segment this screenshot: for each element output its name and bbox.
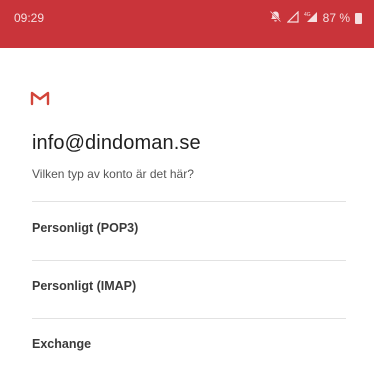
signal-icon — [286, 10, 299, 26]
mute-icon — [269, 10, 282, 26]
status-icons: 4G 87 % — [269, 10, 362, 26]
status-bar: 09:29 4G 87 % — [0, 0, 374, 48]
gmail-icon — [30, 90, 50, 106]
option-imap[interactable]: Personligt (IMAP) — [32, 266, 346, 306]
svg-text:4G: 4G — [304, 12, 311, 18]
account-email: info@dindoman.se — [32, 132, 201, 154]
option-exchange[interactable]: Exchange — [32, 324, 346, 364]
divider — [32, 260, 346, 261]
account-type-question: Vilken typ av konto är det här? — [32, 167, 194, 181]
network-icon: 4G — [304, 11, 318, 26]
battery-icon — [355, 12, 362, 24]
option-pop3[interactable]: Personligt (POP3) — [32, 208, 346, 248]
battery-text: 87 % — [322, 11, 350, 25]
divider — [32, 318, 346, 319]
divider — [32, 201, 346, 202]
status-time: 09:29 — [14, 11, 45, 25]
